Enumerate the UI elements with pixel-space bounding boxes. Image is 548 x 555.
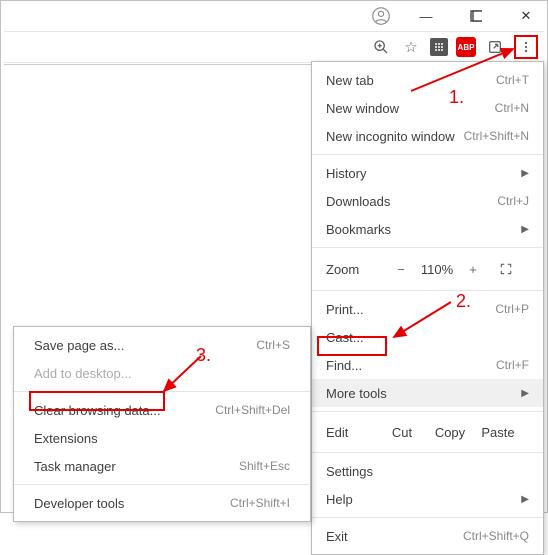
label: Save page as...: [34, 338, 124, 353]
submenu-extensions[interactable]: Extensions: [14, 424, 310, 452]
shortcut: Ctrl+J: [497, 194, 529, 208]
fullscreen-icon[interactable]: [496, 259, 516, 279]
label: More tools: [326, 386, 387, 401]
label: New window: [326, 101, 399, 116]
separator: [312, 452, 543, 453]
shortcut: Ctrl+Shift+Del: [215, 403, 290, 417]
menu-zoom: Zoom − 110% +: [312, 252, 543, 286]
zoom-indicator-icon[interactable]: [370, 36, 392, 58]
maximize-button[interactable]: [459, 4, 493, 28]
tab-divider: [4, 64, 314, 72]
label: History: [326, 166, 366, 181]
menu-new-tab[interactable]: New tab Ctrl+T: [312, 66, 543, 94]
toolbar: ☆ ABP: [4, 31, 544, 63]
menu-exit[interactable]: Exit Ctrl+Shift+Q: [312, 522, 543, 550]
cut-button[interactable]: Cut: [378, 425, 426, 440]
separator: [312, 517, 543, 518]
submenu-task-manager[interactable]: Task manager Shift+Esc: [14, 452, 310, 480]
menu-new-window[interactable]: New window Ctrl+N: [312, 94, 543, 122]
submenu-arrow-icon: ▶: [521, 388, 529, 399]
profile-icon[interactable]: [369, 4, 393, 28]
label: Print...: [326, 302, 364, 317]
shortcut: Ctrl+Shift+I: [230, 496, 290, 510]
shortcut: Ctrl+F: [496, 358, 529, 372]
bookmark-star-icon[interactable]: ☆: [400, 36, 422, 58]
copy-button[interactable]: Copy: [426, 425, 474, 440]
submenu-arrow-icon: ▶: [521, 494, 529, 505]
menu-print[interactable]: Print... Ctrl+P: [312, 295, 543, 323]
separator: [14, 391, 310, 392]
label: New tab: [326, 73, 374, 88]
label: Extensions: [34, 431, 98, 446]
shortcut: Ctrl+P: [495, 302, 529, 316]
submenu-clear-browsing-data[interactable]: Clear browsing data... Ctrl+Shift+Del: [14, 396, 310, 424]
shortcut: Ctrl+T: [496, 73, 529, 87]
separator: [312, 154, 543, 155]
label: Bookmarks: [326, 222, 391, 237]
menu-downloads[interactable]: Downloads Ctrl+J: [312, 187, 543, 215]
separator: [312, 290, 543, 291]
shortcut: Ctrl+S: [256, 338, 290, 352]
label: New incognito window: [326, 129, 455, 144]
submenu-save-page[interactable]: Save page as... Ctrl+S: [14, 331, 310, 359]
menu-bookmarks[interactable]: Bookmarks ▶: [312, 215, 543, 243]
minimize-button[interactable]: —: [409, 4, 443, 28]
label: Developer tools: [34, 496, 124, 511]
menu-edit: Edit Cut Copy Paste: [312, 416, 543, 448]
zoom-percent: 110%: [416, 262, 458, 277]
paste-button[interactable]: Paste: [474, 425, 522, 440]
share-icon[interactable]: [484, 36, 506, 58]
menu-help[interactable]: Help ▶: [312, 485, 543, 513]
zoom-label: Zoom: [326, 262, 386, 277]
label: Downloads: [326, 194, 390, 209]
adblock-icon[interactable]: ABP: [456, 37, 476, 57]
label: Exit: [326, 529, 348, 544]
separator: [14, 484, 310, 485]
label: Clear browsing data...: [34, 403, 160, 418]
shortcut: Shift+Esc: [239, 459, 290, 473]
main-menu: New tab Ctrl+T New window Ctrl+N New incog…: [311, 61, 544, 555]
shortcut: Ctrl+N: [495, 101, 529, 115]
chrome-window: — ✕ ☆ ABP New tab Ctrl+T New window Ctrl+N…: [0, 0, 548, 513]
menu-history[interactable]: History ▶: [312, 159, 543, 187]
edit-label: Edit: [326, 425, 378, 440]
separator: [312, 247, 543, 248]
menu-cast[interactable]: Cast...: [312, 323, 543, 351]
zoom-out-button[interactable]: −: [386, 262, 416, 277]
separator: [312, 411, 543, 412]
more-tools-submenu: Save page as...Ctrl+S Add to desktop... …: [13, 326, 311, 522]
menu-settings[interactable]: Settings: [312, 457, 543, 485]
label: Help: [326, 492, 353, 507]
extension-grid-icon[interactable]: [430, 38, 448, 56]
titlebar: — ✕: [1, 1, 547, 31]
close-button[interactable]: ✕: [509, 4, 543, 28]
label: Add to desktop...: [34, 366, 132, 381]
label: Task manager: [34, 459, 116, 474]
menu-more-tools[interactable]: More tools ▶: [312, 379, 543, 407]
submenu-arrow-icon: ▶: [521, 224, 529, 235]
menu-find[interactable]: Find... Ctrl+F: [312, 351, 543, 379]
label: Cast...: [326, 330, 364, 345]
zoom-in-button[interactable]: +: [458, 262, 488, 277]
submenu-arrow-icon: ▶: [521, 168, 529, 179]
label: Settings: [326, 464, 373, 479]
menu-button[interactable]: [514, 35, 538, 59]
label: Find...: [326, 358, 362, 373]
menu-new-incognito[interactable]: New incognito window Ctrl+Shift+N: [312, 122, 543, 150]
shortcut: Ctrl+Shift+N: [464, 129, 529, 143]
shortcut: Ctrl+Shift+Q: [463, 529, 529, 543]
submenu-add-desktop: Add to desktop...: [14, 359, 310, 387]
